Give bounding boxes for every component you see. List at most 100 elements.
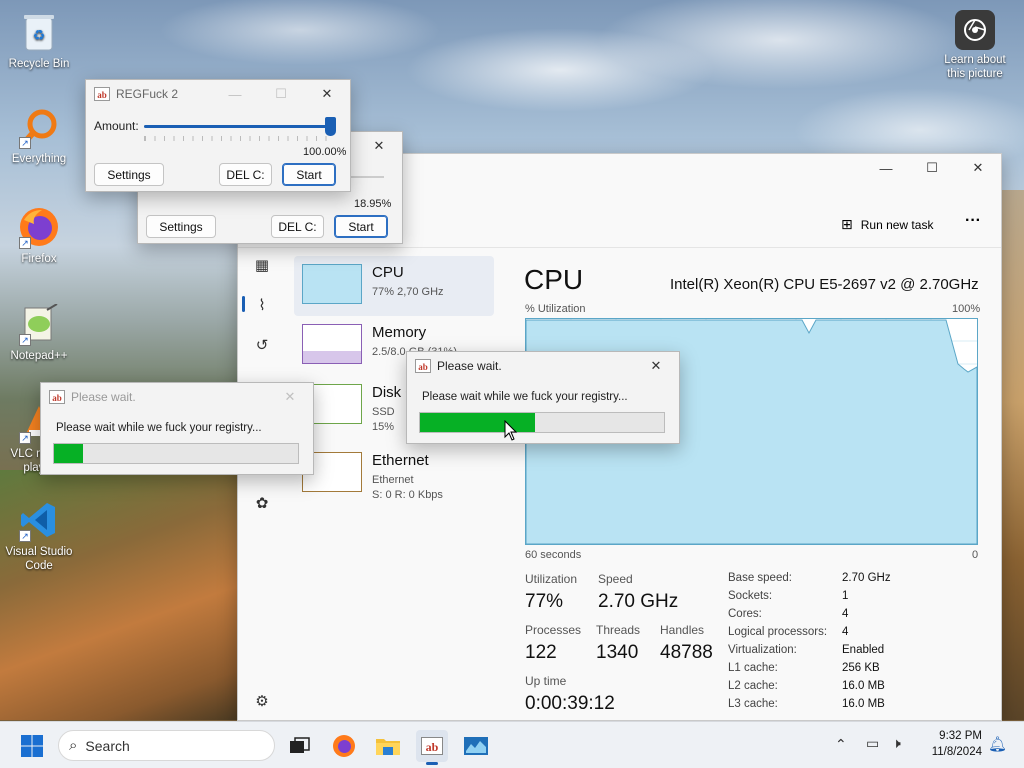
settings-button[interactable]: Settings	[146, 215, 216, 238]
spec-value: 4	[842, 626, 849, 638]
amount-slider-thumb[interactable]	[325, 117, 336, 136]
run-new-task-label: Run new task	[860, 217, 934, 232]
regfuck-app-icon: ab	[49, 390, 65, 404]
graph-y-max: 100%	[952, 303, 981, 315]
spec-value: 2.70 GHz	[842, 572, 891, 584]
shortcut-arrow-icon: ↗	[19, 334, 31, 346]
amount-slider[interactable]	[144, 117, 336, 136]
amount-label: Amount:	[94, 119, 139, 133]
clock-time: 9:32 PM	[939, 730, 982, 742]
desktop-icon-vscode[interactable]: ↗ Visual Studio Code	[1, 498, 77, 573]
spec-value: 256 KB	[842, 662, 880, 674]
start-button[interactable]	[16, 730, 48, 762]
perf-item-cpu[interactable]: CPU 77% 2,70 GHz	[294, 256, 494, 316]
taskbar: ⌕ Search ab ⌃ ▭ 🕨 9:32 PM 11/8/2024 🔔︎	[0, 721, 1024, 768]
dialog-title: Please wait.	[437, 359, 502, 373]
desktop-icon-everything[interactable]: ↗ Everything	[1, 105, 77, 166]
regfuck-back-controls: ✕	[356, 132, 402, 160]
camera-icon	[955, 10, 995, 50]
dialog-message: Please wait while we fuck your registry.…	[56, 422, 262, 434]
run-new-task-button[interactable]: ⊞ Run new task	[841, 216, 933, 233]
task-view-button[interactable]	[283, 730, 315, 762]
close-button[interactable]: ✕	[955, 154, 1001, 182]
desktop-icon-notepadpp[interactable]: ↗ Notepad++	[1, 302, 77, 363]
progress-bar	[419, 412, 665, 433]
start-button[interactable]: Start	[282, 163, 336, 186]
spec-key: Cores:	[728, 608, 762, 620]
del-c-button[interactable]: DEL C:	[219, 163, 272, 186]
notepadpp-icon: ↗	[17, 302, 61, 346]
slider-ticks	[144, 136, 334, 141]
task-view-icon	[290, 737, 310, 753]
desktop-icon-label: Notepad++	[10, 350, 68, 362]
show-hidden-icons-chevron-icon[interactable]: ⌃	[835, 736, 847, 753]
regfuck-titlebar: ab REGFuck 2 — ☐ ✕	[86, 80, 350, 108]
desktop-icon-label: Visual Studio Code	[5, 546, 73, 572]
desktop-icon-recycle-bin[interactable]: ♻ Recycle Bin	[1, 10, 77, 71]
stat-label: Up time	[525, 674, 567, 688]
maximize-button[interactable]: ☐	[258, 80, 304, 108]
volume-muted-icon[interactable]: 🕨	[892, 735, 901, 752]
clock-date: 11/8/2024	[931, 746, 982, 758]
amount-value: 18.95%	[354, 198, 392, 210]
spec-value: Enabled	[842, 644, 885, 656]
perf-item-sub: Ethernet S: 0 R: 0 Kbps	[372, 474, 443, 501]
settings-nav-icon[interactable]: ⚙	[252, 692, 272, 712]
close-button[interactable]: ✕	[304, 80, 350, 108]
perf-item-ethernet[interactable]: Ethernet Ethernet S: 0 R: 0 Kbps	[294, 444, 494, 504]
dialog-message: Please wait while we fuck your registry.…	[422, 391, 628, 403]
taskbar-task-manager[interactable]	[460, 730, 492, 762]
please-wait-dialog-left: ab Please wait. ✕ Please wait while we f…	[40, 382, 314, 475]
stat-handles: 48788	[660, 642, 713, 663]
app-history-nav-icon[interactable]: ↺	[252, 336, 272, 356]
spec-value: 16.0 MB	[842, 698, 885, 710]
more-options-icon[interactable]: ···	[965, 212, 981, 230]
perf-heading: CPU	[524, 264, 584, 295]
stat-label: Handles	[660, 623, 705, 637]
maximize-button[interactable]: ☐	[909, 154, 955, 182]
search-box[interactable]: ⌕ Search	[58, 730, 275, 761]
desktop-icon-label: Recycle Bin	[8, 58, 70, 70]
close-button[interactable]: ✕	[633, 352, 679, 380]
desktop-icon-firefox[interactable]: ↗ Firefox	[1, 205, 77, 266]
shortcut-arrow-icon: ↗	[19, 530, 31, 542]
spec-key: Logical processors:	[728, 626, 828, 638]
close-button[interactable]: ✕	[356, 132, 402, 160]
stat-label: Speed	[598, 572, 633, 586]
performance-nav-icon[interactable]: ⌇	[252, 296, 272, 316]
spec-key: Sockets:	[728, 590, 773, 602]
shortcut-arrow-icon: ↗	[19, 137, 31, 149]
regfuck-app-icon: ab	[421, 737, 443, 755]
windows-logo-icon	[21, 735, 43, 757]
cpu-thumbnail	[302, 264, 362, 304]
graph-x-min: 0	[972, 549, 979, 561]
taskbar-regfuck[interactable]: ab	[416, 730, 448, 765]
stat-utilization: 77%	[525, 591, 564, 612]
perf-item-sub: 77% 2,70 GHz	[372, 286, 444, 298]
desktop-icon-label: Everything	[11, 153, 67, 165]
search-placeholder: Search	[85, 737, 130, 754]
services-nav-icon[interactable]: ✿	[252, 494, 272, 514]
perf-item-name: Memory	[372, 324, 427, 341]
taskbar-file-explorer[interactable]	[372, 730, 404, 762]
processes-nav-icon[interactable]: ▦	[252, 256, 272, 276]
network-icon[interactable]: ▭	[866, 735, 879, 752]
minimize-button[interactable]: —	[212, 80, 258, 108]
recycle-bin-icon: ♻	[17, 10, 61, 54]
svg-text:♻: ♻	[33, 27, 46, 43]
shortcut-arrow-icon: ↗	[19, 237, 31, 249]
learn-about-picture[interactable]: Learn about this picture	[935, 10, 1015, 81]
spec-key: L2 cache:	[728, 680, 778, 692]
nav-active-indicator	[242, 296, 245, 312]
taskbar-firefox[interactable]	[328, 730, 360, 762]
notification-bell-icon[interactable]: 🔔︎	[988, 735, 1007, 753]
stat-uptime: 0:00:39:12	[525, 693, 615, 714]
clock[interactable]: 9:32 PM 11/8/2024	[918, 728, 982, 760]
del-c-button[interactable]: DEL C:	[271, 215, 324, 238]
close-button[interactable]: ✕	[267, 383, 313, 411]
settings-button[interactable]: Settings	[94, 163, 164, 186]
stat-processes: 122	[525, 642, 557, 663]
minimize-button[interactable]: —	[863, 154, 909, 182]
run-new-task-icon: ⊞	[841, 216, 853, 232]
start-button[interactable]: Start	[334, 215, 388, 238]
